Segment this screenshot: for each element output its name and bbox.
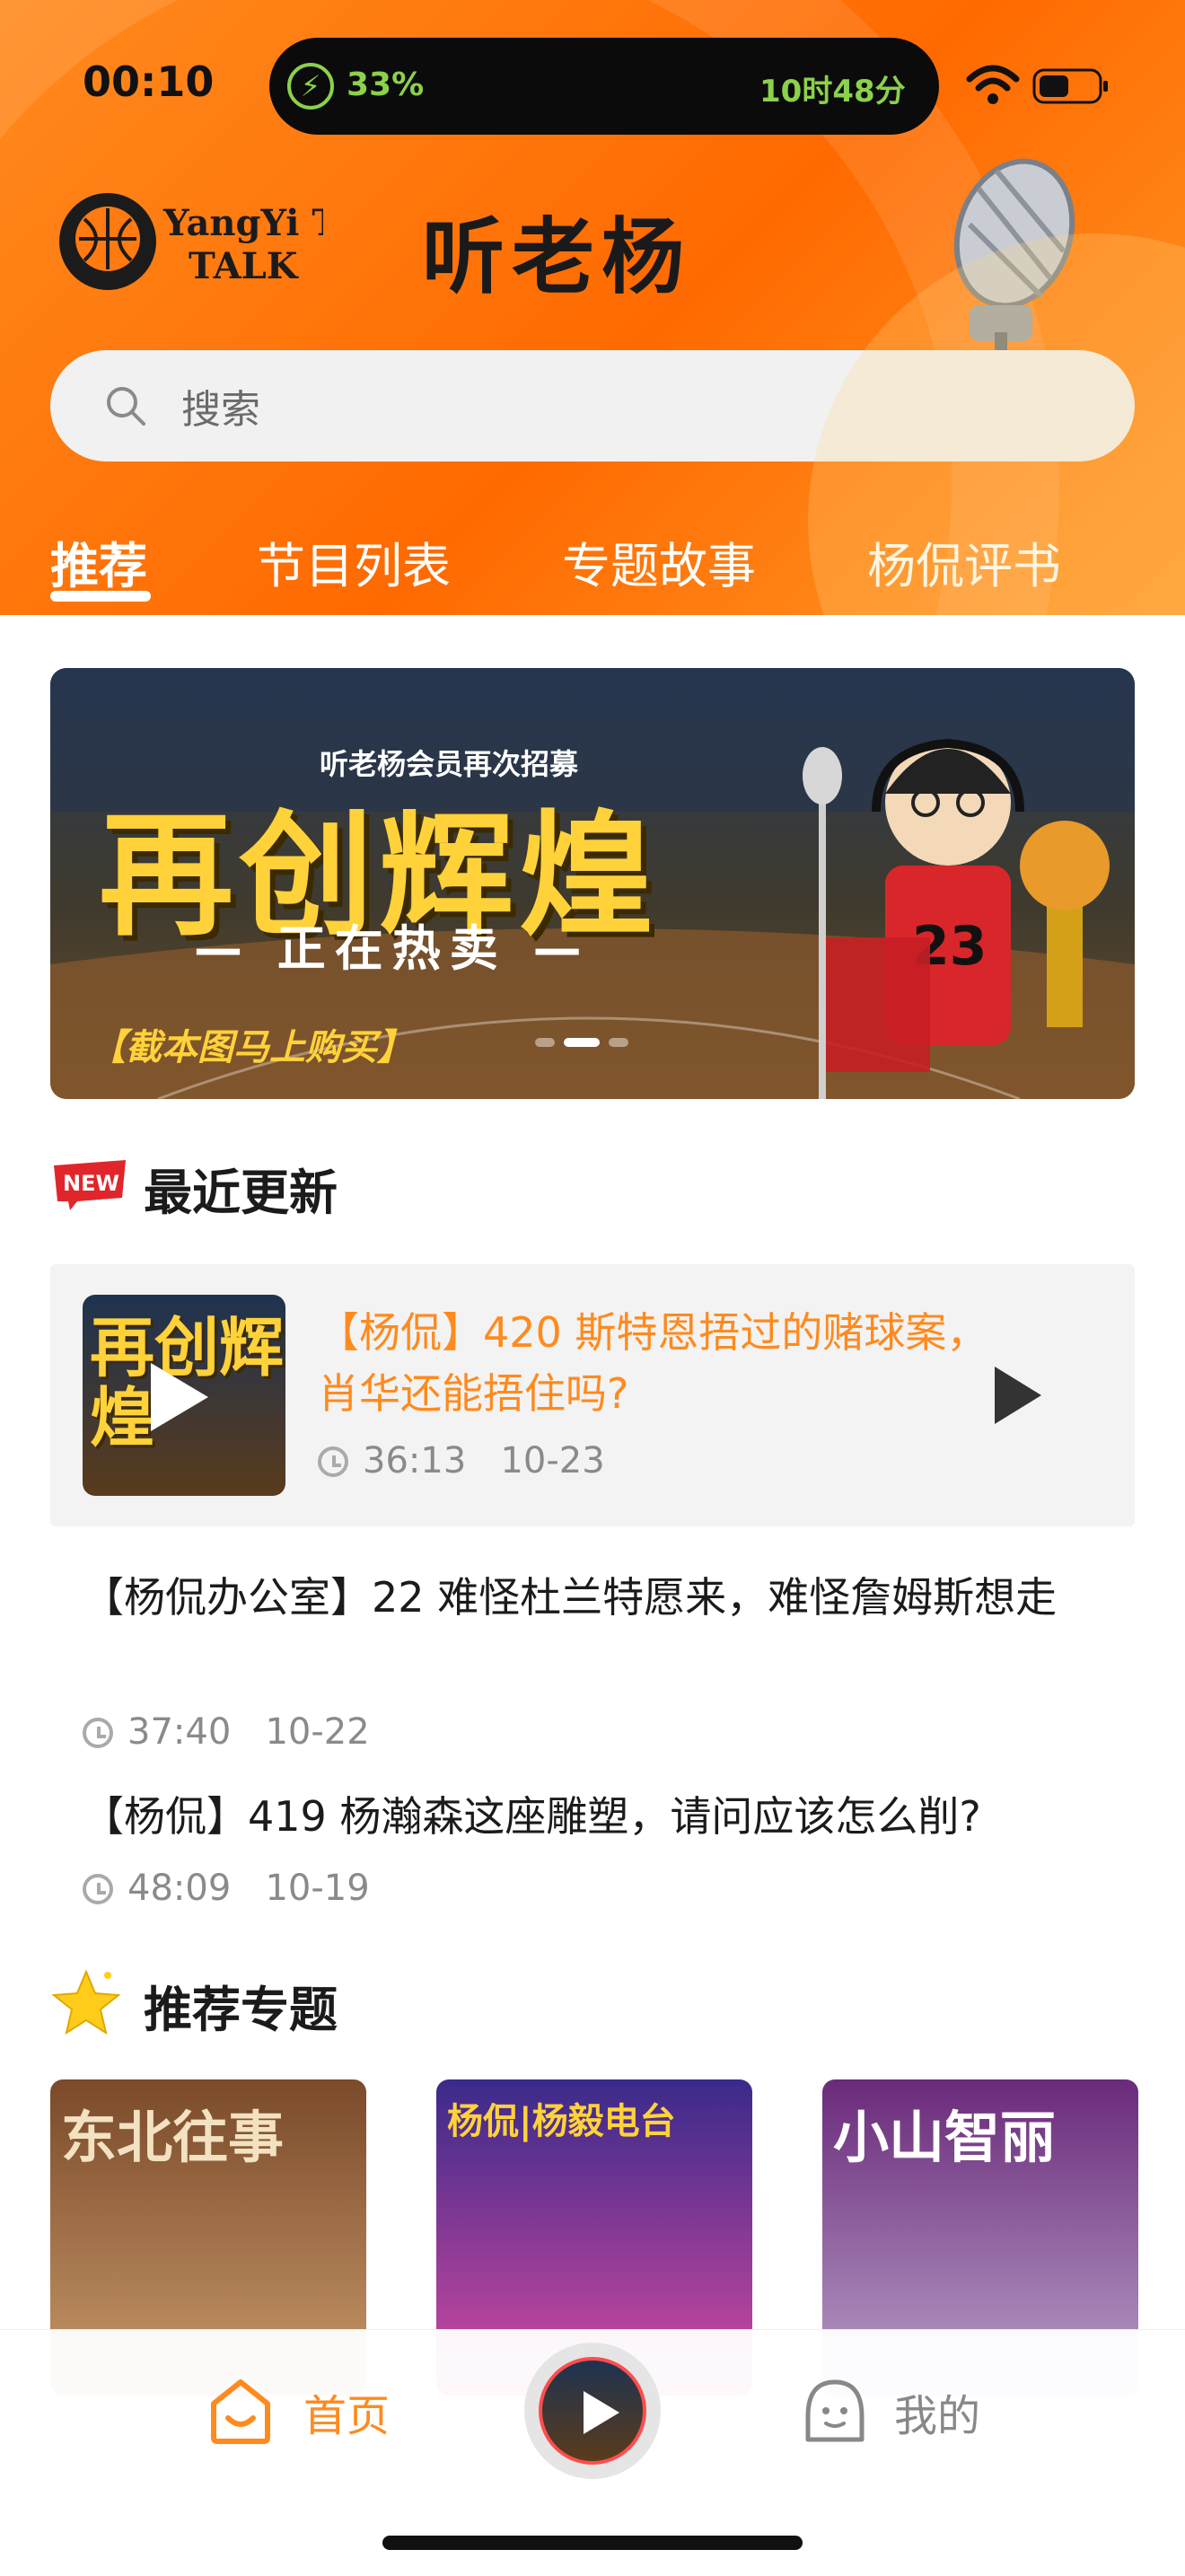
yangyi-talk-logo: YangYi TALK TALK <box>59 193 323 290</box>
app-title: 听老杨 <box>422 208 692 305</box>
episode-duration: 36:13 <box>363 1440 467 1481</box>
recent-updates-title: 最近更新 <box>144 1165 338 1221</box>
episode-item-title[interactable]: 【杨侃】419 杨瀚森这座雕塑，请问应该怎么削? <box>83 1783 1115 1850</box>
topic-card-title: 杨侃|杨毅电台 <box>447 2101 676 2142</box>
episode-item-title[interactable]: 【杨侃办公室】22 难怪杜兰特愿来，难怪詹姆斯想走 <box>83 1564 1115 1631</box>
episode-item-meta: 37:40 10-22 <box>83 1711 370 1753</box>
featured-episode[interactable]: 再创辉煌 【杨侃】420 斯特恩捂过的赌球案，肖华还能捂住吗? 36:13 10… <box>50 1264 1135 1526</box>
banner-subtitle: — 正在热卖 — <box>194 920 591 977</box>
profile-icon[interactable] <box>803 2377 867 2445</box>
charging-bolt-icon: ⚡ <box>287 63 334 110</box>
header: 00:10 ⚡ 33% 10时48分 YangYi TALK TALK 听老杨 … <box>0 0 1185 615</box>
clock-icon <box>318 1446 348 1477</box>
battery-percent: 33% <box>347 66 425 103</box>
promo-banner[interactable]: 23 听老杨会员再次招募 再创辉煌 — 正在热卖 — 【截本图马上购买】 <box>50 668 1135 1099</box>
svg-text:TALK: TALK <box>189 245 299 287</box>
charge-time-remaining: 10时48分 <box>759 74 906 110</box>
home-tab-label[interactable]: 首页 <box>303 2380 390 2443</box>
tab-program-list[interactable]: 节目列表 <box>257 526 451 597</box>
episode-meta: 36:13 10-23 <box>318 1440 605 1481</box>
svg-text:NEW: NEW <box>63 1171 119 1196</box>
play-icon <box>584 2391 619 2434</box>
banner-cta: 【截本图马上购买】 <box>90 1027 413 1068</box>
microphone-icon <box>953 158 1075 359</box>
episode-duration: 37:40 <box>127 1711 232 1753</box>
play-button[interactable] <box>995 1367 1041 1424</box>
wifi-icon <box>966 65 1020 104</box>
svg-text:YangYi TALK: YangYi TALK <box>162 202 323 244</box>
play-icon <box>151 1363 208 1431</box>
now-playing-artwork <box>539 2357 646 2465</box>
status-time: 00:10 <box>83 57 215 106</box>
battery-icon <box>1032 68 1108 104</box>
star-icon <box>51 1969 121 2035</box>
carousel-dot-active <box>564 1038 600 1047</box>
active-tab-indicator <box>50 591 151 602</box>
me-tab-label[interactable]: 我的 <box>894 2380 980 2443</box>
episode-title: 【杨侃】420 斯特恩捂过的赌球案，肖华还能捂住吗? <box>318 1308 988 1418</box>
search-icon <box>107 387 145 426</box>
tab-bar-top: 推荐 节目列表 专题故事 杨侃评书 <box>0 521 1185 602</box>
carousel-dot <box>609 1038 628 1047</box>
topic-card-title: 东北往事 <box>61 2105 285 2170</box>
episode-date: 10-23 <box>500 1440 605 1481</box>
topic-card-title: 小山智丽 <box>833 2105 1057 2170</box>
episode-date: 10-22 <box>265 1711 370 1753</box>
carousel-dot <box>535 1038 555 1047</box>
episode-item-meta: 48:09 10-19 <box>83 1868 370 1909</box>
new-badge-icon: NEW <box>54 1160 126 1210</box>
tab-recommend[interactable]: 推荐 <box>50 526 147 597</box>
home-indicator <box>382 2536 803 2550</box>
now-playing-button[interactable] <box>524 2343 661 2479</box>
episode-duration: 48:09 <box>127 1868 232 1909</box>
search-placeholder: 搜索 <box>181 387 260 433</box>
episode-date: 10-19 <box>265 1868 370 1909</box>
home-icon[interactable] <box>206 2377 275 2445</box>
recommended-topics-title: 推荐专题 <box>144 1982 338 2038</box>
episode-thumbnail: 再创辉煌 <box>83 1295 285 1496</box>
tab-storytelling[interactable]: 杨侃评书 <box>867 526 1061 597</box>
search-bar[interactable]: 搜索 <box>50 350 1135 462</box>
tab-topic-stories[interactable]: 专题故事 <box>562 526 756 597</box>
clock-icon <box>83 1874 113 1904</box>
clock-icon <box>83 1718 113 1748</box>
